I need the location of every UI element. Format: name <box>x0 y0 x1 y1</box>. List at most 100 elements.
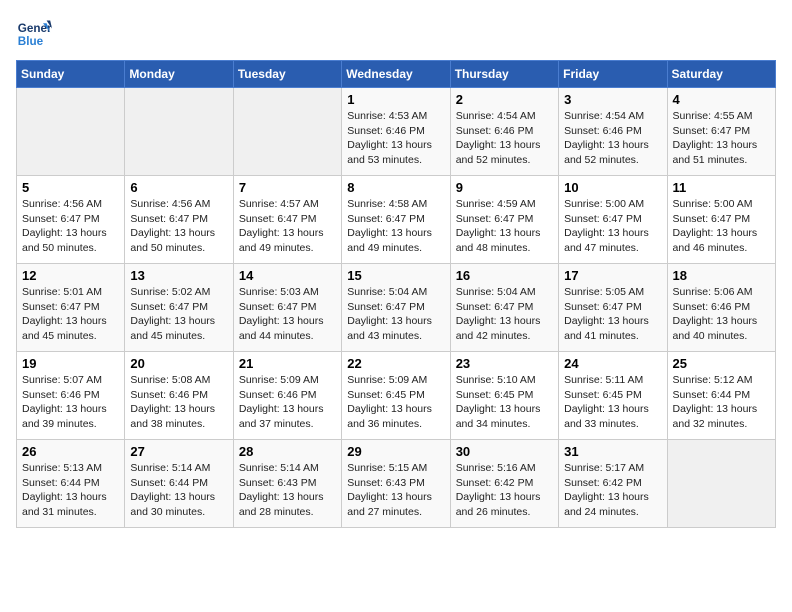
day-info: Sunrise: 4:57 AM Sunset: 6:47 PM Dayligh… <box>239 197 336 256</box>
day-header-saturday: Saturday <box>667 61 775 88</box>
calendar-cell: 16Sunrise: 5:04 AM Sunset: 6:47 PM Dayli… <box>450 264 558 352</box>
calendar-cell: 24 Sunrise: 5:11 AM Sunset: 6:45 PM Dayli… <box>559 352 667 440</box>
calendar-week-row: 12 Sunrise: 5:01 AM Sunset: 6:47 PM Dayli… <box>17 264 776 352</box>
calendar-cell: 27 Sunrise: 5:14 AM Sunset: 6:44 PM Dayli… <box>125 440 233 528</box>
day-info: Sunrise: 5:13 AM Sunset: 6:44 PM Dayligh… <box>22 461 119 520</box>
day-info: Sunrise: 5:09 AM Sunset: 6:46 PM Dayligh… <box>239 373 336 432</box>
calendar-cell: 25 Sunrise: 5:12 AM Sunset: 6:44 PM Dayli… <box>667 352 775 440</box>
calendar-cell: 29 Sunrise: 5:15 AM Sunset: 6:43 PM Dayli… <box>342 440 450 528</box>
calendar-week-row: 5 Sunrise: 4:56 AM Sunset: 6:47 PM Daylig… <box>17 176 776 264</box>
day-info: Sunrise: 5:08 AM Sunset: 6:46 PM Dayligh… <box>130 373 227 432</box>
calendar-cell: 30 Sunrise: 5:16 AM Sunset: 6:42 PM Dayli… <box>450 440 558 528</box>
calendar-cell: 13 Sunrise: 5:02 AM Sunset: 6:47 PM Dayli… <box>125 264 233 352</box>
day-info: Sunrise: 5:10 AM Sunset: 6:45 PM Dayligh… <box>456 373 553 432</box>
calendar-cell: 10 Sunrise: 5:00 AM Sunset: 6:47 PM Dayli… <box>559 176 667 264</box>
day-info: Sunrise: 5:14 AM Sunset: 6:44 PM Dayligh… <box>130 461 227 520</box>
day-number: 29 <box>347 444 444 459</box>
calendar-cell: 11 Sunrise: 5:00 AM Sunset: 6:47 PM Dayli… <box>667 176 775 264</box>
calendar-cell <box>667 440 775 528</box>
day-number: 18 <box>673 268 770 283</box>
day-info: Sunrise: 5:07 AM Sunset: 6:46 PM Dayligh… <box>22 373 119 432</box>
calendar-cell: 2 Sunrise: 4:54 AM Sunset: 6:46 PM Daylig… <box>450 88 558 176</box>
day-info: Sunrise: 4:55 AM Sunset: 6:47 PM Dayligh… <box>673 109 770 168</box>
calendar-cell: 4Sunrise: 4:55 AM Sunset: 6:47 PM Daylig… <box>667 88 775 176</box>
logo-icon: General Blue <box>16 16 52 52</box>
day-info: Sunrise: 5:02 AM Sunset: 6:47 PM Dayligh… <box>130 285 227 344</box>
calendar-cell: 6 Sunrise: 4:56 AM Sunset: 6:47 PM Daylig… <box>125 176 233 264</box>
calendar-table: SundayMondayTuesdayWednesdayThursdayFrid… <box>16 60 776 528</box>
day-info: Sunrise: 5:12 AM Sunset: 6:44 PM Dayligh… <box>673 373 770 432</box>
day-number: 28 <box>239 444 336 459</box>
calendar-cell <box>233 88 341 176</box>
day-info: Sunrise: 4:54 AM Sunset: 6:46 PM Dayligh… <box>456 109 553 168</box>
day-number: 2 <box>456 92 553 107</box>
svg-text:Blue: Blue <box>18 35 44 48</box>
calendar-cell <box>125 88 233 176</box>
day-info: Sunrise: 5:00 AM Sunset: 6:47 PM Dayligh… <box>673 197 770 256</box>
calendar-cell: 18 Sunrise: 5:06 AM Sunset: 6:46 PM Dayli… <box>667 264 775 352</box>
day-number: 8 <box>347 180 444 195</box>
day-info: Sunrise: 5:00 AM Sunset: 6:47 PM Dayligh… <box>564 197 661 256</box>
day-number: 17 <box>564 268 661 283</box>
calendar-week-row: 19Sunrise: 5:07 AM Sunset: 6:46 PM Dayli… <box>17 352 776 440</box>
day-info: Sunrise: 5:09 AM Sunset: 6:45 PM Dayligh… <box>347 373 444 432</box>
day-info: Sunrise: 4:53 AM Sunset: 6:46 PM Dayligh… <box>347 109 444 168</box>
calendar-cell: 14Sunrise: 5:03 AM Sunset: 6:47 PM Dayli… <box>233 264 341 352</box>
day-number: 23 <box>456 356 553 371</box>
calendar-cell: 3 Sunrise: 4:54 AM Sunset: 6:46 PM Daylig… <box>559 88 667 176</box>
day-header-monday: Monday <box>125 61 233 88</box>
day-number: 1 <box>347 92 444 107</box>
calendar-cell: 28 Sunrise: 5:14 AM Sunset: 6:43 PM Dayli… <box>233 440 341 528</box>
day-number: 20 <box>130 356 227 371</box>
day-info: Sunrise: 5:01 AM Sunset: 6:47 PM Dayligh… <box>22 285 119 344</box>
day-number: 10 <box>564 180 661 195</box>
day-info: Sunrise: 5:16 AM Sunset: 6:42 PM Dayligh… <box>456 461 553 520</box>
day-number: 26 <box>22 444 119 459</box>
calendar-cell: 26 Sunrise: 5:13 AM Sunset: 6:44 PM Dayli… <box>17 440 125 528</box>
day-header-sunday: Sunday <box>17 61 125 88</box>
day-info: Sunrise: 4:56 AM Sunset: 6:47 PM Dayligh… <box>22 197 119 256</box>
day-info: Sunrise: 4:56 AM Sunset: 6:47 PM Dayligh… <box>130 197 227 256</box>
day-number: 21 <box>239 356 336 371</box>
day-number: 5 <box>22 180 119 195</box>
day-number: 24 <box>564 356 661 371</box>
calendar-cell: 9Sunrise: 4:59 AM Sunset: 6:47 PM Daylig… <box>450 176 558 264</box>
day-info: Sunrise: 5:04 AM Sunset: 6:47 PM Dayligh… <box>347 285 444 344</box>
calendar-cell <box>17 88 125 176</box>
calendar-cell: 1 Sunrise: 4:53 AM Sunset: 6:46 PM Daylig… <box>342 88 450 176</box>
day-number: 31 <box>564 444 661 459</box>
calendar-cell: 12 Sunrise: 5:01 AM Sunset: 6:47 PM Dayli… <box>17 264 125 352</box>
page-header: General Blue <box>16 16 776 52</box>
day-number: 30 <box>456 444 553 459</box>
day-number: 15 <box>347 268 444 283</box>
day-info: Sunrise: 5:11 AM Sunset: 6:45 PM Dayligh… <box>564 373 661 432</box>
day-number: 3 <box>564 92 661 107</box>
day-number: 12 <box>22 268 119 283</box>
day-number: 6 <box>130 180 227 195</box>
calendar-cell: 8Sunrise: 4:58 AM Sunset: 6:47 PM Daylig… <box>342 176 450 264</box>
day-info: Sunrise: 5:05 AM Sunset: 6:47 PM Dayligh… <box>564 285 661 344</box>
day-number: 11 <box>673 180 770 195</box>
day-number: 27 <box>130 444 227 459</box>
calendar-cell: 19Sunrise: 5:07 AM Sunset: 6:46 PM Dayli… <box>17 352 125 440</box>
day-header-friday: Friday <box>559 61 667 88</box>
day-info: Sunrise: 5:06 AM Sunset: 6:46 PM Dayligh… <box>673 285 770 344</box>
day-number: 16 <box>456 268 553 283</box>
day-info: Sunrise: 5:17 AM Sunset: 6:42 PM Dayligh… <box>564 461 661 520</box>
day-info: Sunrise: 5:14 AM Sunset: 6:43 PM Dayligh… <box>239 461 336 520</box>
day-number: 9 <box>456 180 553 195</box>
day-number: 13 <box>130 268 227 283</box>
day-header-tuesday: Tuesday <box>233 61 341 88</box>
day-number: 22 <box>347 356 444 371</box>
calendar-cell: 21 Sunrise: 5:09 AM Sunset: 6:46 PM Dayli… <box>233 352 341 440</box>
calendar-week-row: 1 Sunrise: 4:53 AM Sunset: 6:46 PM Daylig… <box>17 88 776 176</box>
calendar-header-row: SundayMondayTuesdayWednesdayThursdayFrid… <box>17 61 776 88</box>
day-info: Sunrise: 5:03 AM Sunset: 6:47 PM Dayligh… <box>239 285 336 344</box>
calendar-cell: 31 Sunrise: 5:17 AM Sunset: 6:42 PM Dayli… <box>559 440 667 528</box>
day-header-thursday: Thursday <box>450 61 558 88</box>
calendar-cell: 23 Sunrise: 5:10 AM Sunset: 6:45 PM Dayli… <box>450 352 558 440</box>
day-info: Sunrise: 4:54 AM Sunset: 6:46 PM Dayligh… <box>564 109 661 168</box>
calendar-cell: 22 Sunrise: 5:09 AM Sunset: 6:45 PM Dayli… <box>342 352 450 440</box>
day-number: 25 <box>673 356 770 371</box>
day-info: Sunrise: 5:15 AM Sunset: 6:43 PM Dayligh… <box>347 461 444 520</box>
